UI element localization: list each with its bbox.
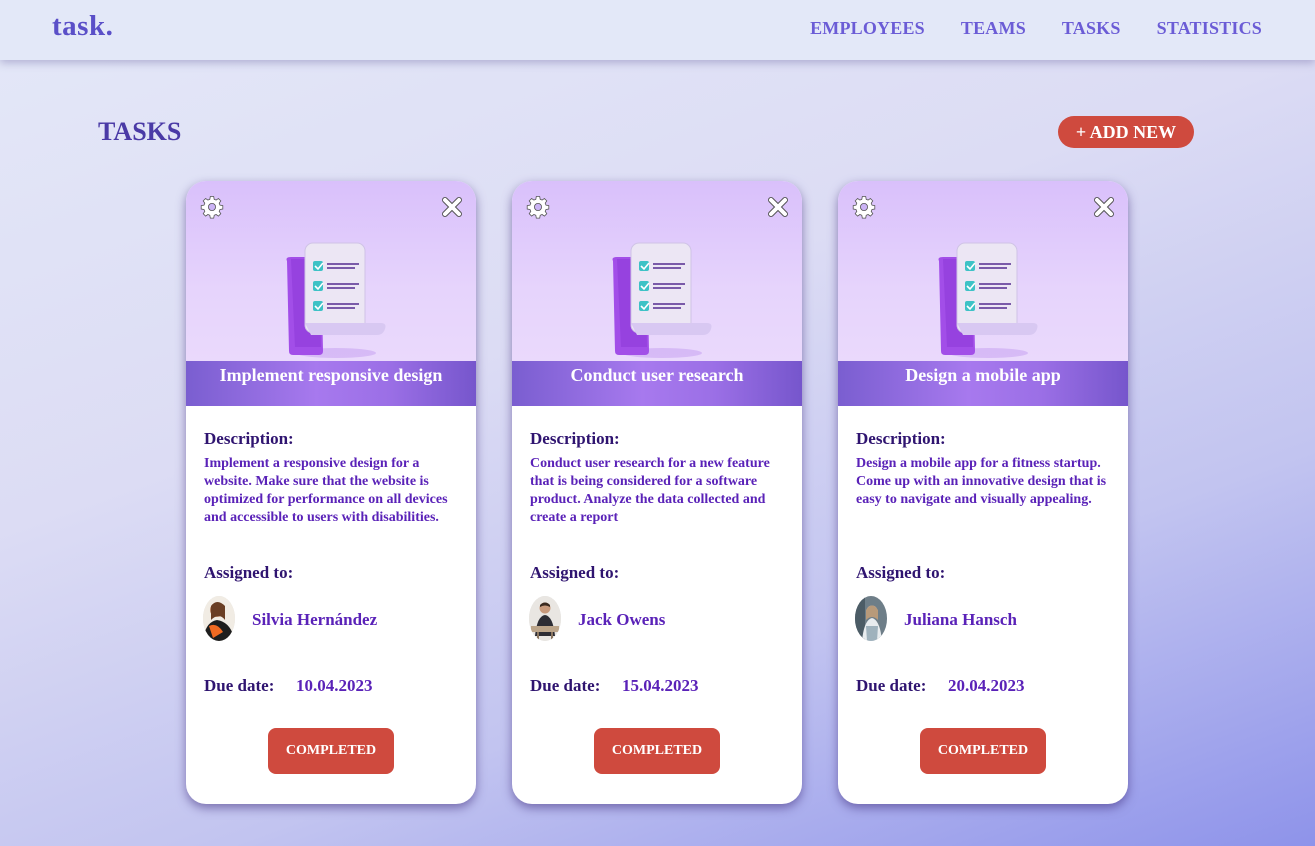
assigned-label: Assigned to: xyxy=(856,563,946,582)
checklist-scroll-icon xyxy=(612,242,712,358)
assignee-name[interactable]: Jack Owens xyxy=(578,610,665,630)
close-icon[interactable] xyxy=(1093,196,1115,218)
status-completed-button[interactable]: COMPLETED xyxy=(594,728,720,774)
due-date-value: 10.04.2023 xyxy=(296,676,373,695)
task-description: Design a mobile app for a fitness startu… xyxy=(856,456,1107,507)
close-icon[interactable] xyxy=(441,196,463,218)
nav-employees[interactable]: EMPLOYEES xyxy=(810,18,925,39)
gear-icon[interactable] xyxy=(526,195,550,219)
gear-icon[interactable] xyxy=(852,195,876,219)
main-nav: EMPLOYEES TEAMS TASKS STATISTICS xyxy=(810,18,1262,39)
description-label: Description: xyxy=(856,429,946,448)
task-description: Implement a responsive design for a webs… xyxy=(204,456,448,525)
due-date-label: Due date: xyxy=(530,676,601,695)
close-icon[interactable] xyxy=(767,196,789,218)
task-title: Conduct user research xyxy=(570,365,744,385)
task-title: Implement responsive design xyxy=(219,365,443,385)
task-card: Implement responsive design Description:… xyxy=(186,181,476,804)
avatar xyxy=(855,596,887,641)
assigned-label: Assigned to: xyxy=(530,563,620,582)
nav-tasks[interactable]: TASKS xyxy=(1062,18,1121,39)
due-date-label: Due date: xyxy=(204,676,275,695)
top-navbar: task. EMPLOYEES TEAMS TASKS STATISTICS xyxy=(0,0,1315,60)
assignee-name[interactable]: Silvia Hernández xyxy=(252,610,377,630)
due-date-label: Due date: xyxy=(856,676,927,695)
assigned-label: Assigned to: xyxy=(204,563,294,582)
page-title: TASKS xyxy=(98,117,182,146)
nav-statistics[interactable]: STATISTICS xyxy=(1157,18,1262,39)
due-date-value: 20.04.2023 xyxy=(948,676,1025,695)
task-card: Design a mobile app Description: Design … xyxy=(838,181,1128,804)
description-label: Description: xyxy=(204,429,294,448)
nav-teams[interactable]: TEAMS xyxy=(961,18,1026,39)
task-description: Conduct user research for a new feature … xyxy=(530,456,770,525)
app-logo[interactable]: task. xyxy=(52,10,113,43)
avatar xyxy=(203,596,235,641)
gear-icon[interactable] xyxy=(200,195,224,219)
avatar xyxy=(529,596,561,641)
status-completed-button[interactable]: COMPLETED xyxy=(268,728,394,774)
add-new-button[interactable]: + ADD NEW xyxy=(1058,116,1194,148)
description-label: Description: xyxy=(530,429,620,448)
checklist-scroll-icon xyxy=(938,242,1038,358)
status-completed-button[interactable]: COMPLETED xyxy=(920,728,1046,774)
task-title: Design a mobile app xyxy=(905,365,1061,385)
due-date-value: 15.04.2023 xyxy=(622,676,699,695)
checklist-scroll-icon xyxy=(286,242,386,358)
task-card: Conduct user research Description: Condu… xyxy=(512,181,802,804)
assignee-name[interactable]: Juliana Hansch xyxy=(904,610,1017,630)
